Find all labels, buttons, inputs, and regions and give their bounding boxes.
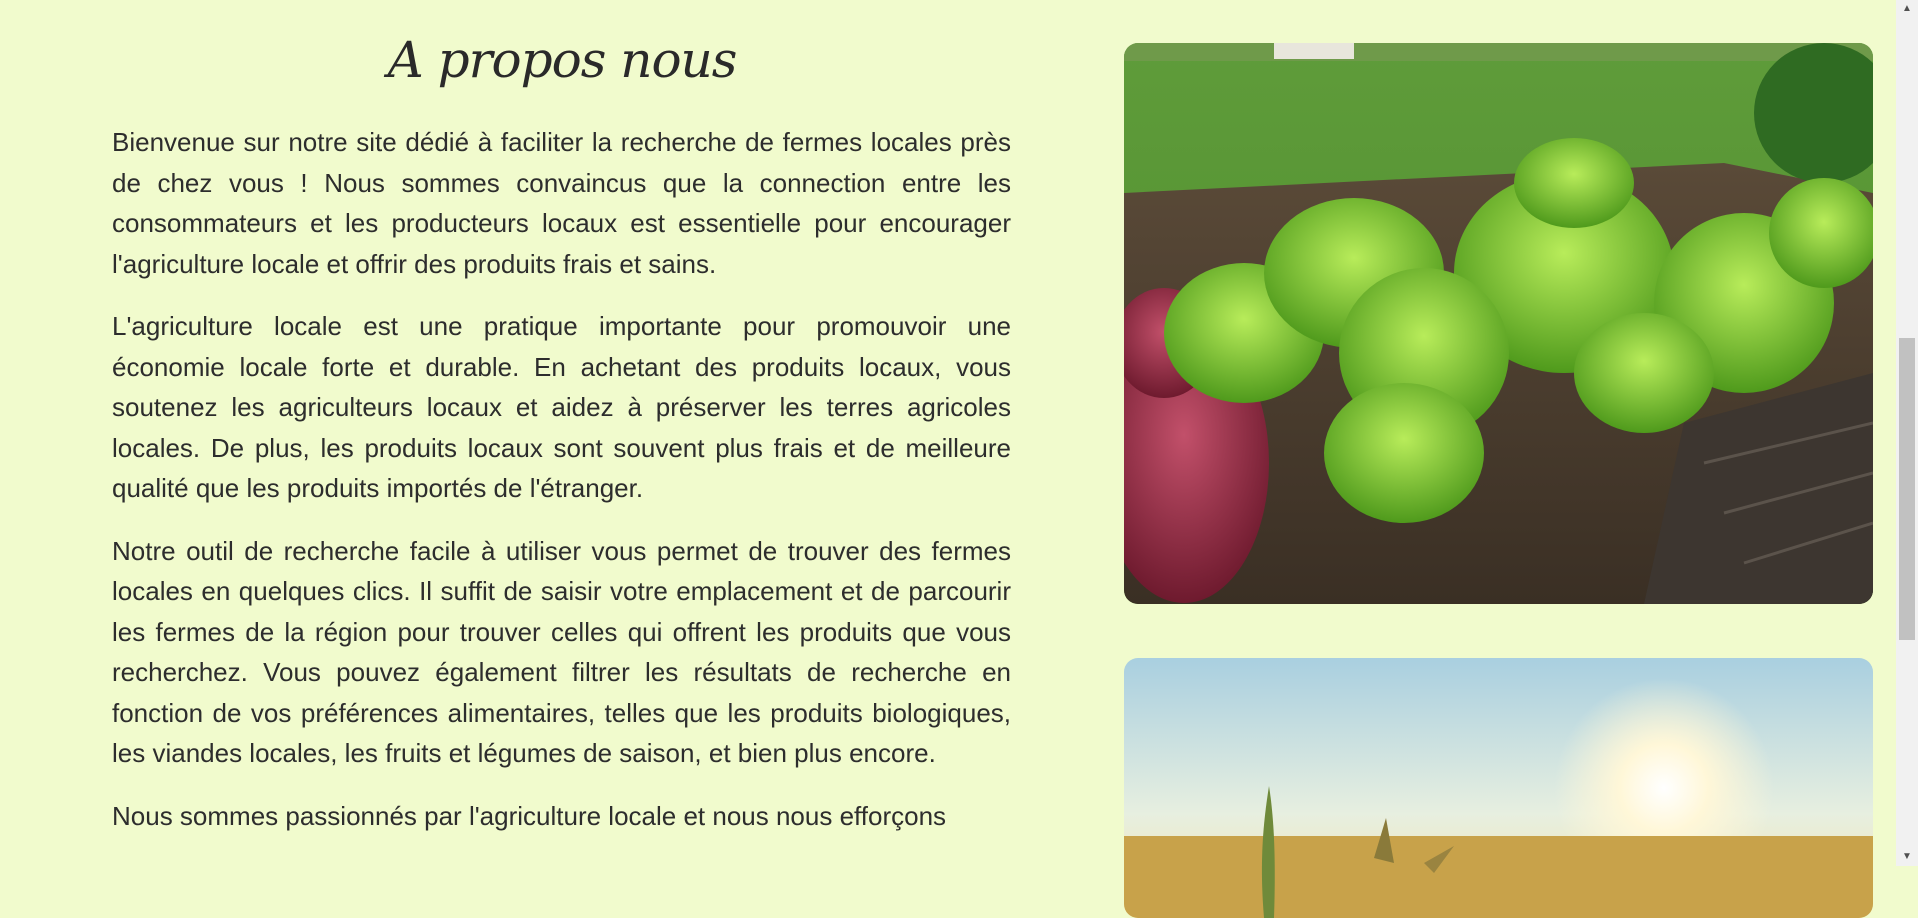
wheat-field-sunset-illustration (1124, 658, 1873, 918)
scroll-down-icon[interactable]: ▼ (1896, 848, 1918, 866)
about-paragraph-1: Bienvenue sur notre site dédié à facilit… (112, 127, 1011, 279)
about-paragraph-2: L'agriculture locale est une pratique im… (112, 311, 1011, 503)
scrollbar[interactable]: ▲ ▼ (1896, 0, 1918, 866)
lettuce-garden-image (1124, 43, 1873, 604)
about-paragraph-4: Nous sommes passionnés par l'agriculture… (112, 800, 947, 831)
about-paragraph-3: Notre outil de recherche facile à utilis… (112, 535, 1011, 769)
scroll-up-icon[interactable]: ▲ (1896, 0, 1918, 18)
scroll-thumb[interactable] (1899, 338, 1915, 640)
lettuce-garden-illustration (1124, 43, 1873, 604)
wheat-field-image (1124, 658, 1873, 918)
page-title: A propos nous (387, 31, 738, 89)
about-text: Bienvenue sur notre site dédié à facilit… (112, 122, 1011, 858)
